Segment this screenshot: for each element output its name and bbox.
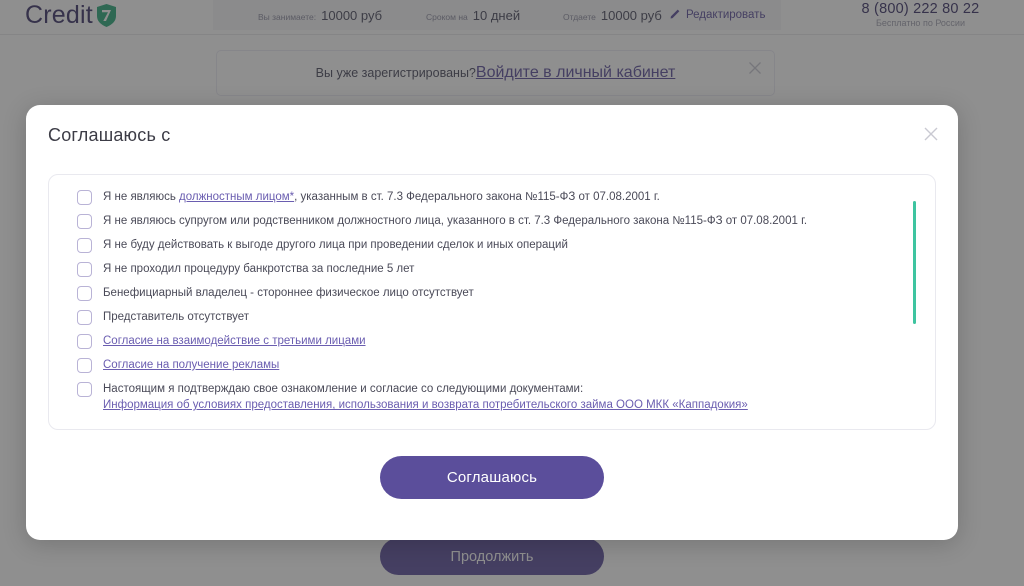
consent-list: Я не являюсь должностным лицом*, указанн… [49,175,935,413]
screen-root: Credit Вы занимаете: 10000 руб Сроком на… [0,0,1024,586]
consent-checkbox-7[interactable] [77,334,92,349]
consent-checkbox-9[interactable] [77,382,92,397]
consent-checkbox-2[interactable] [77,214,92,229]
consent-item[interactable]: Я не буду действовать к выгоде другого л… [49,237,935,261]
consent-item[interactable]: Я не являюсь супругом или родственником … [49,213,935,237]
consent-label-3: Я не буду действовать к выгоде другого л… [103,239,568,251]
consent-label-2: Я не являюсь супругом или родственником … [103,215,808,227]
consent-label-1: Я не являюсь должностным лицом*, указанн… [103,189,660,206]
advertising-consent-link[interactable]: Согласие на получение рекламы [103,357,279,374]
modal-title: Соглашаюсь с [48,125,171,145]
consent-label-9: Настоящим я подтверждаю свое ознакомлени… [103,381,748,413]
consent-item[interactable]: Я не проходил процедуру банкротства за п… [49,261,935,285]
consent-checkbox-1[interactable] [77,190,92,205]
consent-scrollbar-thumb[interactable] [913,201,916,324]
consent-item[interactable]: Бенефициарный владелец - стороннее физич… [49,285,935,309]
consent-scroll-container[interactable]: Я не являюсь должностным лицом*, указанн… [48,174,936,430]
consent-label-4: Я не проходил процедуру банкротства за п… [103,263,415,275]
consent-item[interactable]: Согласие на получение рекламы [49,357,935,381]
agree-button[interactable]: Соглашаюсь [380,456,604,499]
consent-item[interactable]: Настоящим я подтверждаю свое ознакомлени… [49,381,935,413]
consent-item[interactable]: Я не являюсь должностным лицом*, указанн… [49,189,935,213]
consent-checkbox-3[interactable] [77,238,92,253]
consent-checkbox-6[interactable] [77,310,92,325]
loan-terms-document-link[interactable]: Информация об условиях предоставления, и… [103,397,748,413]
consent-item[interactable]: Представитель отсутствует [49,309,935,333]
modal-close-icon[interactable] [922,125,940,143]
official-person-link[interactable]: должностным лицом* [179,191,294,203]
consent-item[interactable]: Согласие на взаимодействие с третьими ли… [49,333,935,357]
consent-label-6: Представитель отсутствует [103,311,250,323]
third-party-consent-link[interactable]: Согласие на взаимодействие с третьими ли… [103,333,366,350]
consent-label-5: Бенефициарный владелец - стороннее физич… [103,287,474,299]
consent-checkbox-4[interactable] [77,262,92,277]
consent-checkbox-8[interactable] [77,358,92,373]
consent-label-1-pre: Я не являюсь [103,191,180,203]
consent-checkbox-5[interactable] [77,286,92,301]
consent-modal: Соглашаюсь с Я не являюсь должностным ли… [26,105,958,540]
consent-scrollbar-track[interactable] [913,201,916,413]
consent-label-9-intro: Настоящим я подтверждаю свое ознакомлени… [103,383,584,395]
consent-label-1-post: , указанным в ст. 7.3 Федерального закон… [294,191,660,203]
